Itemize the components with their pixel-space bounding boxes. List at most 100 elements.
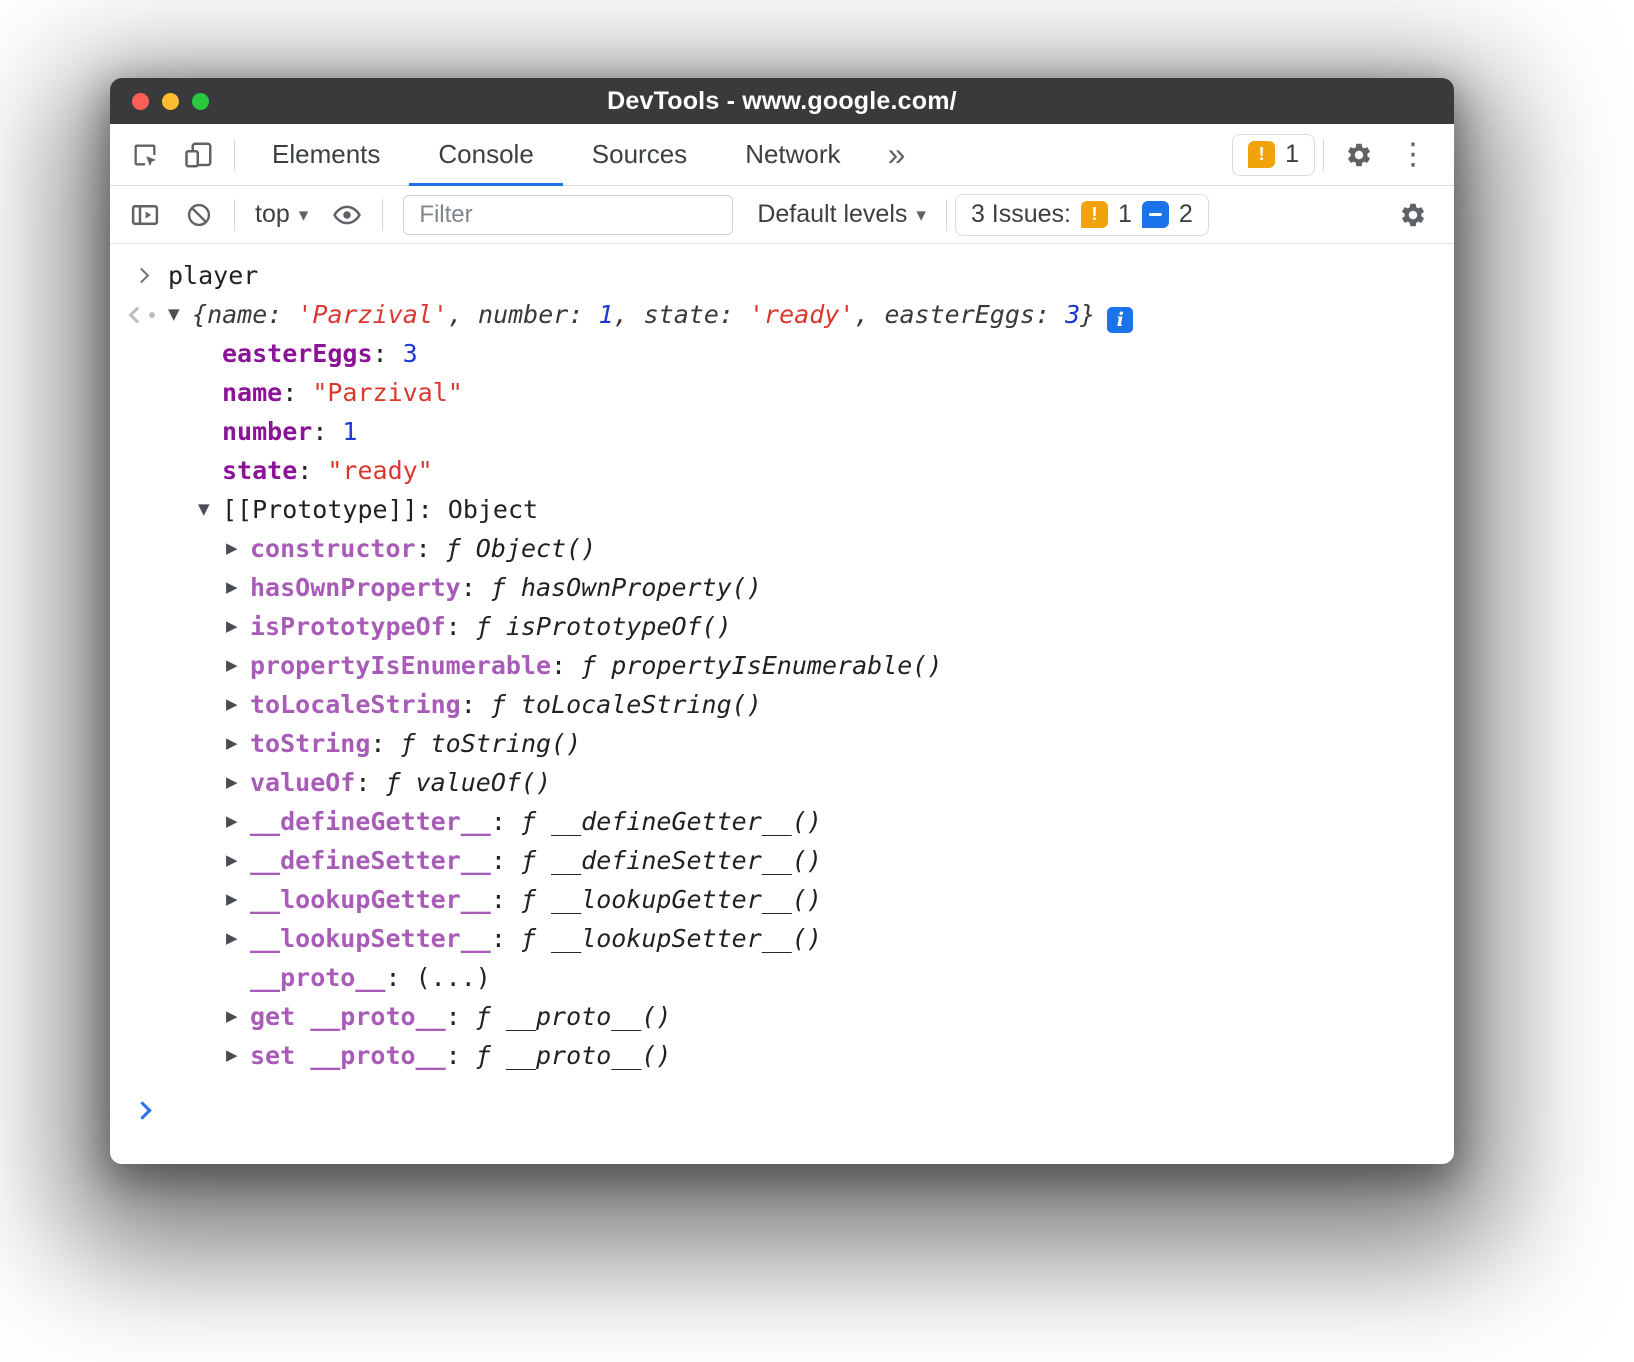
property-prototype[interactable]: [[Prototype]]: Object [110, 490, 1454, 529]
property-key: [[Prototype]] [222, 495, 418, 524]
property-key: __defineSetter__ [250, 846, 491, 875]
inspect-element-button[interactable] [118, 124, 172, 185]
console-messages: player {name: 'Parzival', number: 1, sta… [110, 256, 1454, 1075]
property-key: number [222, 417, 312, 446]
expand-toggle-icon[interactable] [226, 763, 250, 802]
traffic-lights [132, 78, 209, 124]
console-sidebar-button[interactable] [118, 200, 172, 230]
customize-devtools-button[interactable] [1386, 124, 1440, 185]
expand-toggle-icon[interactable] [226, 802, 250, 841]
expand-toggle-icon[interactable] [226, 529, 250, 568]
more-tabs-button[interactable] [870, 124, 924, 185]
row-content: set __proto__: ƒ __proto__() [250, 1036, 1454, 1075]
separator: , [448, 300, 478, 329]
message-bubble-icon [1142, 201, 1169, 228]
gear-icon [1345, 141, 1373, 169]
filter-input[interactable] [403, 195, 733, 235]
property-valueOf[interactable]: valueOf: ƒ valueOf() [110, 763, 1454, 802]
separator: , [614, 300, 644, 329]
tab-network[interactable]: Network [716, 124, 869, 185]
console-prompt[interactable] [110, 1091, 1454, 1130]
property-proto-setter[interactable]: set __proto__: ƒ __proto__() [110, 1036, 1454, 1075]
property-defineGetter[interactable]: __defineGetter__: ƒ __defineGetter__() [110, 802, 1454, 841]
property-hasOwnProperty[interactable]: hasOwnProperty: ƒ hasOwnProperty() [110, 568, 1454, 607]
preview-key: easterEggs [884, 300, 1035, 329]
live-expression-button[interactable] [320, 200, 374, 230]
property-lookupGetter[interactable]: __lookupGetter__: ƒ __lookupGetter__() [110, 880, 1454, 919]
context-selector[interactable]: top [243, 200, 320, 229]
separator: : [1035, 300, 1065, 329]
expand-toggle-icon[interactable] [226, 568, 250, 607]
property-key: toString [250, 729, 370, 758]
message-count: 2 [1179, 200, 1193, 229]
property-isPrototypeOf[interactable]: isPrototypeOf: ƒ isPrototypeOf() [110, 607, 1454, 646]
expand-toggle-icon[interactable] [226, 841, 250, 880]
device-toolbar-button[interactable] [172, 124, 226, 185]
property-key: toLocaleString [250, 690, 461, 719]
warning-icon [1081, 201, 1108, 228]
property-key: __defineGetter__ [250, 807, 491, 836]
expand-toggle-icon [198, 334, 222, 373]
brace: { [192, 300, 207, 329]
property-state: state: "ready" [110, 451, 1454, 490]
separator: : [551, 651, 581, 680]
gear-icon [1399, 201, 1427, 229]
eval-return-icon [124, 295, 168, 334]
expand-toggle-icon[interactable] [198, 490, 222, 529]
property-toLocaleString[interactable]: toLocaleString: ƒ toLocaleString() [110, 685, 1454, 724]
property-defineSetter[interactable]: __defineSetter__: ƒ __defineSetter__() [110, 841, 1454, 880]
property-key: __lookupGetter__ [250, 885, 491, 914]
expand-toggle-icon[interactable] [226, 919, 250, 958]
separator [382, 199, 383, 231]
expand-toggle-icon[interactable] [168, 295, 192, 334]
tab-console[interactable]: Console [409, 124, 562, 185]
preview-key: state [644, 300, 719, 329]
preview-number-value: 3 [1065, 300, 1080, 329]
function-value: ƒ __defineGetter__() [521, 807, 822, 836]
issues-badge-button[interactable]: 1 [1232, 134, 1315, 176]
console-result[interactable]: {name: 'Parzival', number: 1, state: 're… [110, 295, 1454, 334]
expand-toggle-icon[interactable] [226, 646, 250, 685]
expand-toggle-icon[interactable] [226, 685, 250, 724]
spacer [924, 124, 1233, 185]
property-toString[interactable]: toString: ƒ toString() [110, 724, 1454, 763]
separator: : [491, 846, 521, 875]
warning-icon [1248, 141, 1275, 168]
object-value: Object [448, 495, 538, 524]
tab-sources[interactable]: Sources [563, 124, 716, 185]
expand-toggle-icon[interactable] [226, 997, 250, 1036]
minimize-window-button[interactable] [162, 93, 179, 110]
property-proto-getter[interactable]: get __proto__: ƒ __proto__() [110, 997, 1454, 1036]
clear-console-button[interactable] [172, 201, 226, 229]
expand-toggle-icon[interactable] [226, 1036, 250, 1075]
property-key: constructor [250, 534, 416, 563]
row-content: __defineSetter__: ƒ __defineSetter__() [250, 841, 1454, 880]
separator: : [355, 768, 385, 797]
separator: : [719, 300, 749, 329]
property-propertyIsEnumerable[interactable]: propertyIsEnumerable: ƒ propertyIsEnumer… [110, 646, 1454, 685]
separator: : [282, 378, 312, 407]
string-value: "Parzival" [312, 378, 463, 407]
row-content: {name: 'Parzival', number: 1, state: 're… [192, 295, 1454, 334]
function-value: ƒ hasOwnProperty() [491, 573, 762, 602]
row-content: propertyIsEnumerable: ƒ propertyIsEnumer… [250, 646, 1454, 685]
property-constructor[interactable]: constructor: ƒ Object() [110, 529, 1454, 568]
tab-elements[interactable]: Elements [243, 124, 409, 185]
log-levels-selector[interactable]: Default levels [745, 200, 938, 229]
close-window-button[interactable] [132, 93, 149, 110]
separator [234, 199, 235, 231]
issues-summary-button[interactable]: 3 Issues: 1 2 [955, 194, 1209, 236]
expand-toggle-icon[interactable] [226, 880, 250, 919]
settings-button[interactable] [1332, 124, 1386, 185]
zoom-window-button[interactable] [192, 93, 209, 110]
function-value: ƒ propertyIsEnumerable() [581, 651, 942, 680]
expand-toggle-icon[interactable] [226, 724, 250, 763]
expandable-value[interactable]: (...) [416, 963, 491, 992]
tab-label: Elements [272, 139, 380, 170]
issues-count: 1 [1285, 140, 1299, 169]
console-settings-button[interactable] [1386, 201, 1440, 229]
expand-toggle-icon[interactable] [226, 607, 250, 646]
warning-count: 1 [1118, 200, 1132, 229]
property-lookupSetter[interactable]: __lookupSetter__: ƒ __lookupSetter__() [110, 919, 1454, 958]
info-icon[interactable]: i [1107, 307, 1133, 333]
